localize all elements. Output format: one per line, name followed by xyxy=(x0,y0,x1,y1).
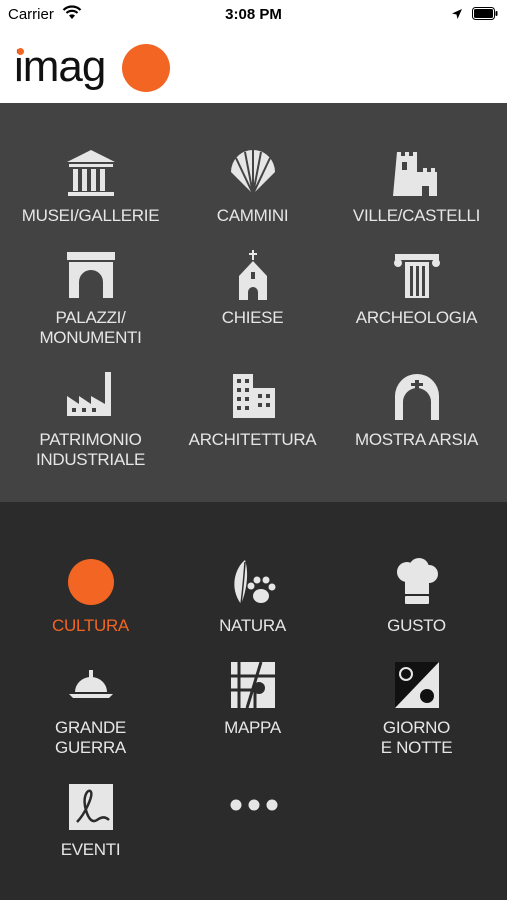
logo-dot xyxy=(17,48,24,55)
map-icon xyxy=(230,661,275,709)
arch-icon xyxy=(66,252,115,298)
battery-icon xyxy=(472,7,498,24)
helmet-icon xyxy=(68,670,113,698)
castle-icon xyxy=(392,152,437,196)
section-cultura[interactable]: CULTURA xyxy=(6,558,175,636)
category-cammini[interactable]: CAMMINI xyxy=(168,148,337,226)
section-eventi[interactable]: EVENTI xyxy=(6,782,175,860)
section-grande-guerra[interactable]: GRANDE GUERRA xyxy=(6,660,175,758)
status-time: 3:08 PM xyxy=(225,6,282,23)
column-icon xyxy=(393,254,440,298)
section-label: MAPPA xyxy=(224,718,281,737)
category-palazzi-monumenti[interactable]: PALAZZI/ MONUMENTI xyxy=(6,250,175,348)
section-mappa[interactable]: MAPPA xyxy=(168,660,337,738)
category-archeologia[interactable]: ARCHEOLOGIA xyxy=(332,250,501,328)
category-label: MOSTRA ARSIA xyxy=(355,430,478,449)
section-label: EVENTI xyxy=(60,840,121,859)
category-architettura[interactable]: ARCHITETTURA xyxy=(168,372,337,450)
chef-hat-icon xyxy=(396,558,438,604)
section-label: GRANDE GUERRA xyxy=(55,718,126,757)
mine-icon xyxy=(394,374,439,420)
category-ville-castelli[interactable]: VILLE/CASTELLI xyxy=(332,148,501,226)
section-natura[interactable]: NATURA xyxy=(168,558,337,636)
category-patrimonio-industriale[interactable]: PATRIMONIO INDUSTRIALE xyxy=(6,372,175,470)
factory-icon xyxy=(66,372,111,416)
building-icon xyxy=(232,374,275,418)
section-label: NATURA xyxy=(219,616,286,635)
day-night-icon xyxy=(394,662,439,708)
category-label: PATRIMONIO INDUSTRIALE xyxy=(35,430,146,469)
category-label: CAMMINI xyxy=(216,206,289,225)
category-label: MUSEI/GALLERIE xyxy=(21,206,160,225)
section-label: GUSTO xyxy=(387,616,446,635)
section-giorno-notte[interactable]: GIORNO E NOTTE xyxy=(332,660,501,758)
category-musei-gallerie[interactable]: MUSEI/GALLERIE xyxy=(6,148,175,226)
more-dots-icon[interactable] xyxy=(226,798,282,812)
category-label: ARCHITETTURA xyxy=(188,430,317,449)
category-label: PALAZZI/ MONUMENTI xyxy=(39,308,142,347)
logo-circle xyxy=(122,44,170,92)
section-gusto[interactable]: GUSTO xyxy=(332,558,501,636)
category-label: ARCHEOLOGIA xyxy=(355,308,478,327)
museum-icon xyxy=(66,150,115,196)
category-chiese[interactable]: CHIESE xyxy=(168,250,337,328)
status-bar: Carrier 3:08 PM xyxy=(0,0,507,30)
culture-circle-icon xyxy=(67,559,114,605)
imago-logo[interactable]: imag xyxy=(14,42,184,97)
category-label: CHIESE xyxy=(221,308,284,327)
app-header: imag xyxy=(0,30,507,103)
logo-wordmark: imag xyxy=(14,42,106,91)
events-icon xyxy=(68,784,113,830)
nature-icon xyxy=(233,560,275,605)
location-arrow-icon xyxy=(451,7,463,24)
category-mostra-arsia[interactable]: MOSTRA ARSIA xyxy=(332,372,501,450)
category-label: VILLE/CASTELLI xyxy=(352,206,481,225)
section-label: CULTURA xyxy=(52,616,129,635)
shell-icon xyxy=(230,150,275,195)
section-label: GIORNO E NOTTE xyxy=(380,718,453,757)
church-icon xyxy=(238,250,267,300)
